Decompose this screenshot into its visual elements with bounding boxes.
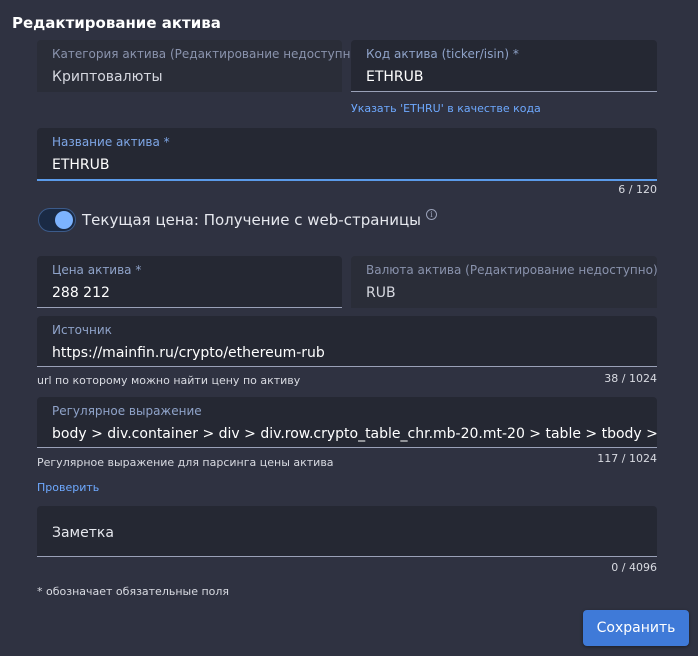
regex-underline <box>37 447 657 448</box>
code-field[interactable]: Код актива (ticker/isin) * ETHRUB <box>351 40 657 92</box>
source-field[interactable]: Источник https://mainfin.ru/crypto/ether… <box>37 316 657 367</box>
source-label: Источник <box>52 323 112 337</box>
category-label: Категория актива (Редактирование недосту… <box>52 47 363 61</box>
name-input[interactable]: ETHRUB <box>52 157 657 173</box>
toggle-knob <box>55 211 73 229</box>
use-code-suggestion-link[interactable]: Указать 'ETHRU' в качестве кода <box>351 102 541 115</box>
name-field[interactable]: Название актива * ETHRUB <box>37 128 657 181</box>
currency-field: Валюта актива (Редактирование недоступно… <box>351 256 658 308</box>
note-input[interactable]: Заметка <box>52 525 114 541</box>
price-field[interactable]: Цена актива * 288 212 <box>37 256 342 308</box>
name-label: Название актива * <box>52 135 170 149</box>
note-field[interactable]: Заметка <box>37 506 657 557</box>
regex-input[interactable]: body > div.container > div > div.row.cry… <box>52 426 657 442</box>
dialog-title: Редактирование актива <box>12 14 221 32</box>
price-source-toggle[interactable] <box>38 208 76 232</box>
save-button[interactable]: Сохранить <box>583 610 689 646</box>
regex-field[interactable]: Регулярное выражение body > div.containe… <box>37 397 657 448</box>
category-value: Криптовалюты <box>52 69 163 85</box>
source-counter: 38 / 1024 <box>604 372 657 385</box>
price-source-toggle-row: Текущая цена: Получение с web-страницы i <box>38 206 438 234</box>
regex-counter: 117 / 1024 <box>597 452 657 465</box>
price-label: Цена актива * <box>52 263 142 277</box>
name-counter: 6 / 120 <box>618 183 657 196</box>
code-input[interactable]: ETHRUB <box>366 69 657 85</box>
price-underline <box>37 307 342 308</box>
note-counter: 0 / 4096 <box>611 561 657 574</box>
required-fields-note: * обозначает обязательные поля <box>37 585 230 598</box>
category-field: Категория актива (Редактирование недосту… <box>37 40 362 92</box>
regex-label: Регулярное выражение <box>52 404 202 418</box>
code-label: Код актива (ticker/isin) * <box>366 47 519 61</box>
info-icon[interactable]: i <box>426 208 438 220</box>
price-source-toggle-label: Текущая цена: Получение с web-страницы <box>82 211 422 229</box>
currency-label: Валюта актива (Редактирование недоступно… <box>366 263 658 277</box>
price-input[interactable]: 288 212 <box>52 285 342 301</box>
code-underline <box>351 91 657 92</box>
source-hint: url по которому можно найти цену по акти… <box>37 374 301 387</box>
source-underline <box>37 366 657 367</box>
currency-value: RUB <box>366 285 396 301</box>
check-regex-link[interactable]: Проверить <box>37 481 99 494</box>
edit-asset-dialog: Редактирование актива Категория актива (… <box>0 0 698 656</box>
note-underline <box>37 556 657 557</box>
regex-hint: Регулярное выражение для парсинга цены а… <box>37 456 334 469</box>
name-underline <box>37 179 657 181</box>
source-input[interactable]: https://mainfin.ru/crypto/ethereum-rub <box>52 345 657 361</box>
